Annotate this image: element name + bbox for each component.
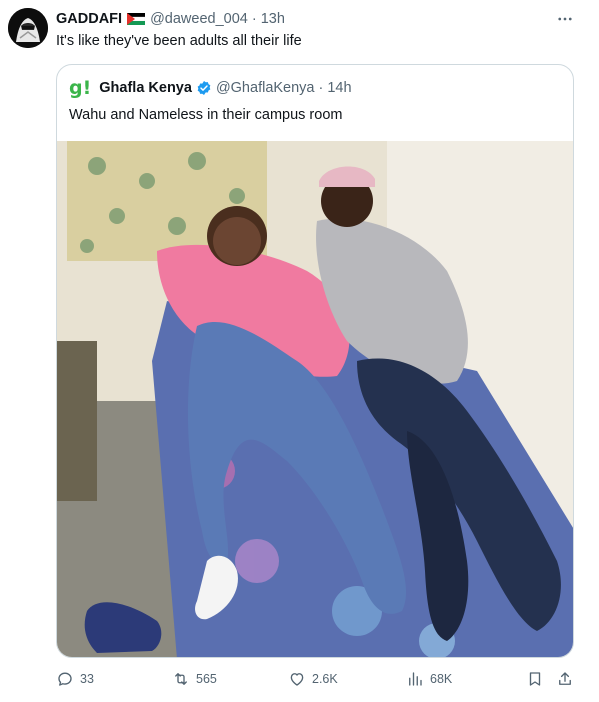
separator-dot: · (318, 80, 324, 96)
retweet-button[interactable]: 565 (172, 666, 217, 692)
action-bar: 33 565 2.6K 68K (56, 666, 580, 692)
quoted-tweet[interactable]: g! Ghafla Kenya @GhaflaKenya · 14h Wahu … (56, 64, 574, 658)
verified-badge-icon (197, 81, 211, 95)
like-count: 2.6K (312, 672, 338, 686)
tweet-header: GADDAFI @daweed_004 · 13h (56, 9, 285, 29)
analytics-icon (409, 672, 422, 686)
ghafla-logo[interactable]: g! (69, 78, 91, 98)
bookmark-icon (529, 672, 541, 686)
tweet: GADDAFI @daweed_004 · 13h It's like they… (0, 0, 599, 702)
author-handle[interactable]: @daweed_004 (150, 11, 248, 27)
palestine-flag-icon (127, 13, 146, 25)
separator-dot: · (251, 11, 257, 27)
reply-icon (58, 672, 72, 686)
heart-icon (290, 673, 304, 686)
retweet-count: 565 (196, 672, 217, 686)
like-button[interactable]: 2.6K (288, 666, 338, 692)
reply-button[interactable]: 33 (56, 666, 94, 692)
reply-count: 33 (80, 672, 94, 686)
avatar[interactable] (8, 8, 48, 48)
tweet-text: It's like they've been adults all their … (56, 33, 302, 49)
quoted-photo[interactable] (57, 141, 573, 657)
bookmark-button[interactable] (526, 666, 544, 692)
tweet-time[interactable]: 13h (261, 11, 285, 27)
share-icon (559, 672, 571, 685)
retweet-icon (175, 673, 187, 685)
views-button[interactable]: 68K (406, 666, 452, 692)
quoted-time[interactable]: 14h (327, 80, 351, 96)
quoted-handle[interactable]: @GhaflaKenya (216, 80, 315, 96)
author-name[interactable]: GADDAFI (56, 11, 122, 27)
quoted-author-name[interactable]: Ghafla Kenya (99, 80, 192, 96)
share-button[interactable] (556, 666, 574, 692)
quoted-header: g! Ghafla Kenya @GhaflaKenya · 14h (69, 77, 352, 99)
quoted-text: Wahu and Nameless in their campus room (69, 107, 343, 123)
more-icon[interactable] (552, 10, 578, 28)
views-count: 68K (430, 672, 453, 686)
